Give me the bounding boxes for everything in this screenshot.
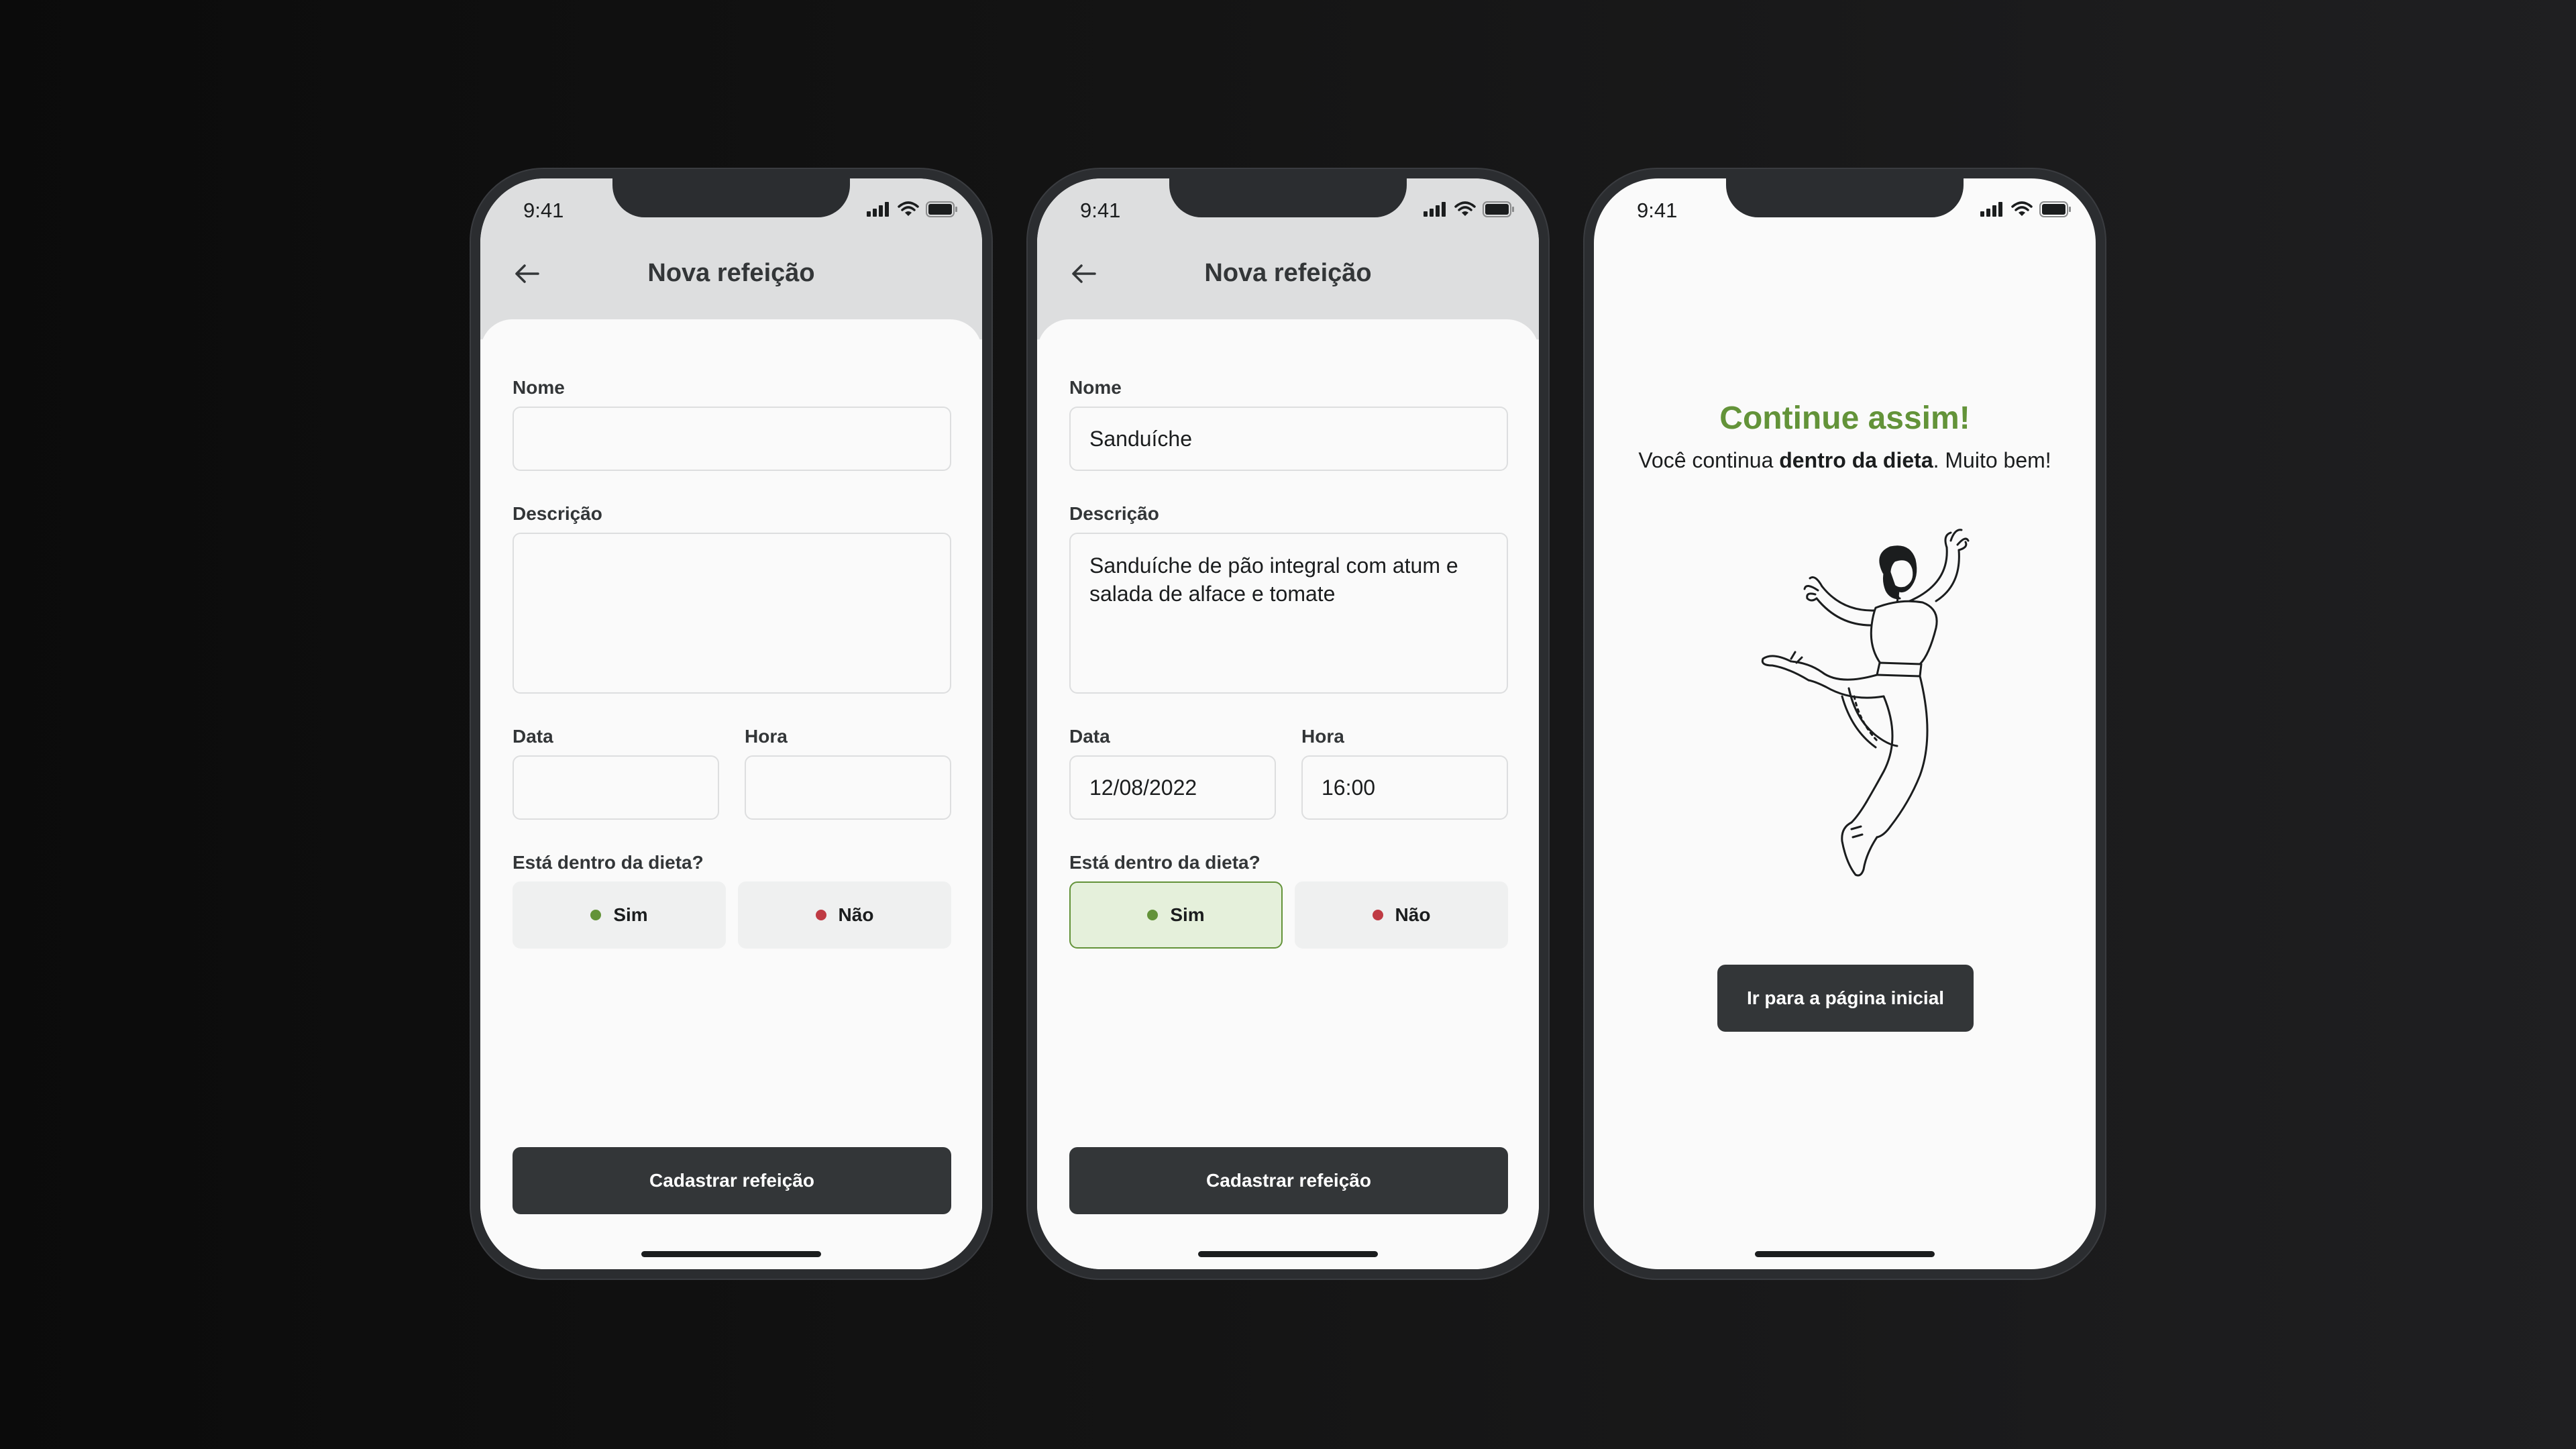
diet-yes-button[interactable]: Sim (513, 881, 726, 949)
jumping-woman-illustration (1761, 529, 1970, 877)
phone-screen: Nova refeição 9:41 (480, 178, 982, 1269)
phone-screen: 9:41 Continue assim! Você continua dentr… (1594, 178, 2096, 1269)
date-input[interactable] (1069, 755, 1276, 820)
time-label: Hora (745, 726, 788, 747)
time-label: Hora (1301, 726, 1344, 747)
name-input[interactable] (513, 407, 951, 471)
battery-icon (926, 201, 957, 217)
wifi-icon (898, 201, 919, 216)
home-indicator (1198, 1251, 1378, 1257)
time-input[interactable] (745, 755, 951, 820)
wifi-icon (2011, 201, 2033, 216)
page-title: Nova refeição (1204, 259, 1372, 287)
description-label: Descrição (513, 503, 602, 524)
phone-new-meal-empty: Nova refeição 9:41 Nome Descrição Data H… (470, 168, 993, 1280)
cellular-signal-icon (867, 202, 889, 217)
status-icons (867, 201, 958, 217)
home-indicator (1755, 1251, 1935, 1257)
green-status-dot-icon (590, 910, 602, 920)
description-label: Descrição (1069, 503, 1159, 524)
feedback-message: Você continua dentro da dieta. Muito bem… (1594, 448, 2096, 473)
form-content: Nome Descrição Data Hora Está dentro da … (480, 319, 982, 1269)
phone-notch (1169, 178, 1407, 217)
diet-question-label: Está dentro da dieta? (513, 852, 704, 873)
diet-yes-label: Sim (1170, 904, 1205, 925)
home-indicator (641, 1251, 821, 1257)
phone-notch (1726, 178, 1964, 217)
cellular-signal-icon (1424, 202, 1446, 217)
battery-icon (1483, 201, 1514, 217)
diet-no-label: Não (838, 904, 874, 925)
feedback-text-prefix: Você continua (1638, 448, 1780, 472)
go-home-button[interactable]: Ir para a página inicial (1717, 965, 1974, 1032)
status-time: 9:41 (1637, 199, 1678, 222)
form-content: Nome Descrição Sanduíche de pão integral… (1037, 319, 1539, 1269)
red-status-dot-icon (815, 910, 826, 920)
diet-question-label: Está dentro da dieta? (1069, 852, 1260, 873)
phone-notch (612, 178, 850, 217)
green-status-dot-icon (1147, 910, 1159, 920)
status-time: 9:41 (523, 199, 564, 222)
phone-screen: Nova refeição 9:41 (1037, 178, 1539, 1269)
feedback-text-highlight: dentro da dieta (1779, 448, 1933, 472)
diet-no-button[interactable]: Não (1295, 881, 1508, 949)
diet-no-button[interactable]: Não (738, 881, 951, 949)
name-label: Nome (1069, 377, 1122, 398)
status-icons (1424, 201, 1515, 217)
time-input[interactable] (1301, 755, 1508, 820)
description-textarea[interactable] (513, 533, 951, 694)
phone-new-meal-filled: Nova refeição 9:41 Nome Sanduíche Descri… (1026, 168, 1550, 1280)
feedback-title: Continue assim! (1719, 400, 1970, 436)
date-label: Data (513, 726, 553, 747)
wifi-icon (1454, 201, 1476, 216)
status-icons (1980, 201, 2072, 217)
date-input[interactable] (513, 755, 719, 820)
submit-meal-button[interactable]: Cadastrar refeição (1069, 1147, 1508, 1214)
submit-meal-button[interactable]: Cadastrar refeição (513, 1147, 951, 1214)
page-title: Nova refeição (647, 259, 815, 287)
diet-yes-label: Sim (613, 904, 648, 925)
phone-feedback-success: 9:41 Continue assim! Você continua dentr… (1583, 168, 2106, 1280)
red-status-dot-icon (1372, 910, 1383, 920)
diet-yes-button[interactable]: Sim (1069, 881, 1283, 949)
status-time: 9:41 (1080, 199, 1121, 222)
feedback-text-suffix: . Muito bem! (1933, 448, 2051, 472)
diet-no-label: Não (1395, 904, 1431, 925)
battery-icon (2039, 201, 2071, 217)
name-input[interactable] (1069, 407, 1508, 471)
date-label: Data (1069, 726, 1110, 747)
description-textarea[interactable]: Sanduíche de pão integral com atum e sal… (1069, 533, 1508, 694)
name-label: Nome (513, 377, 565, 398)
cellular-signal-icon (1980, 202, 2002, 217)
